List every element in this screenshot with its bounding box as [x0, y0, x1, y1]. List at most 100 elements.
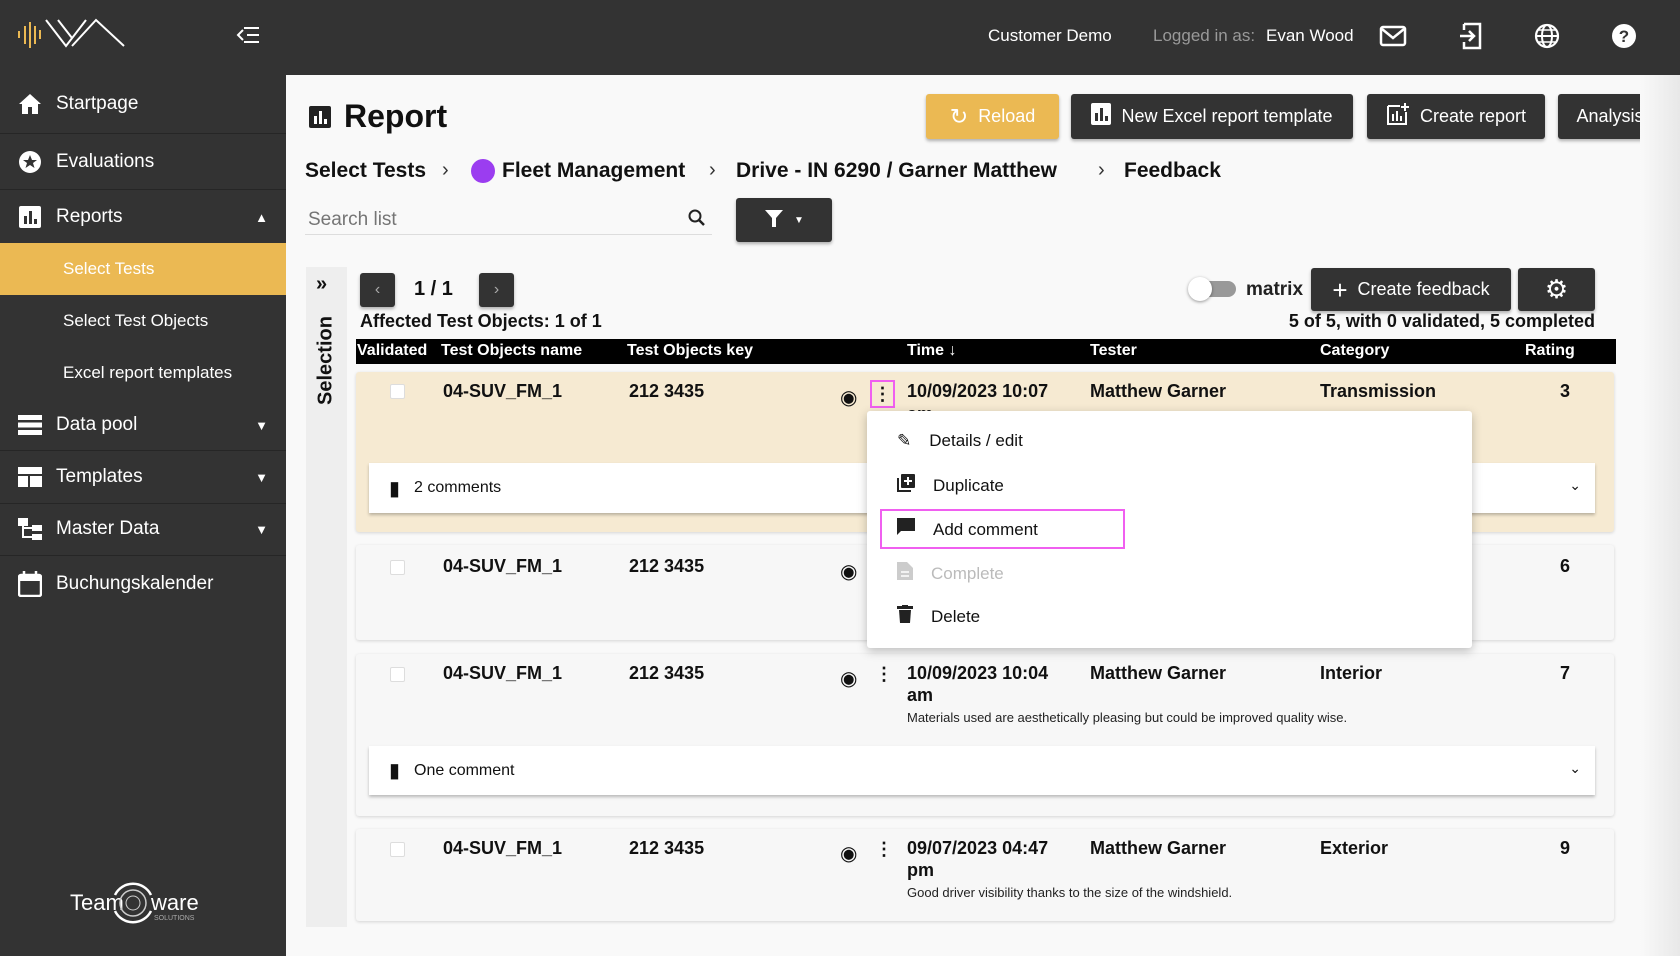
menu-item-add-comment[interactable]: Add comment [897, 518, 1038, 541]
chevron-down-icon: ⌄ [1569, 477, 1581, 493]
calendar-icon [16, 571, 44, 597]
category: Interior [1320, 663, 1383, 683]
page-title: Report [344, 98, 448, 134]
sidebar-subitem-excel-report-templates[interactable]: Excel report templates [0, 347, 286, 399]
column-test-objects-name[interactable]: Test Objects name [441, 342, 582, 360]
feedback-description: Materials used are aesthetically pleasin… [907, 710, 1348, 725]
chevron-up-icon: ▲ [255, 209, 268, 225]
sidebar-subitem-label: Select Test Objects [63, 311, 209, 330]
globe-icon[interactable] [1533, 22, 1561, 55]
more-options-icon[interactable]: ⋮ [870, 380, 895, 408]
hierarchy-icon [16, 518, 44, 540]
chevron-down-icon: ▼ [255, 521, 268, 537]
organization-name: Customer Demo [988, 26, 1112, 45]
sidebar-subitem-label: Excel report templates [63, 363, 233, 382]
next-page-button[interactable]: › [479, 273, 514, 307]
settings-button[interactable]: ⚙ [1518, 268, 1595, 311]
reload-button[interactable]: ↻ Reload [926, 94, 1059, 139]
test-object-name: 04-SUV_FM_1 [443, 663, 563, 683]
column-test-objects-key[interactable]: Test Objects key [627, 342, 753, 360]
expand-icon[interactable]: » [316, 273, 327, 296]
user-name[interactable]: Evan Wood [1266, 26, 1354, 46]
comments-expander[interactable]: ▮ One comment ⌄ [369, 746, 1595, 795]
chevron-down-icon: ▼ [255, 469, 268, 485]
rating: 9 [1560, 838, 1571, 858]
sidebar-item-templates[interactable]: Templates ▼ [0, 452, 286, 502]
column-validated[interactable]: Validated [357, 342, 427, 360]
scrollbar-track[interactable] [1640, 75, 1680, 956]
tester: Matthew Garner [1090, 381, 1227, 401]
breadcrumb-drive[interactable]: Drive - IN 6290 / Garner Matthew [736, 159, 1057, 183]
rating: 7 [1560, 663, 1571, 683]
mail-icon[interactable] [1379, 22, 1407, 55]
validated-checkbox[interactable] [390, 384, 405, 399]
logout-icon[interactable] [1456, 22, 1484, 55]
comment-icon: ▮ [389, 760, 401, 782]
table-row[interactable]: 04-SUV_FM_1 212 3435 ◉ ⋮ 09/07/2023 04:4… [356, 829, 1614, 921]
sidebar-item-label: Templates [56, 466, 143, 487]
breadcrumb-separator: › [709, 159, 716, 181]
filter-icon [764, 208, 784, 233]
create-report-button[interactable]: Create report [1367, 94, 1545, 139]
breadcrumb-separator: › [442, 159, 449, 181]
sidebar-item-label: Data pool [56, 414, 138, 435]
create-feedback-button[interactable]: + Create feedback [1311, 268, 1511, 311]
breadcrumb-select-tests[interactable]: Select Tests [305, 159, 426, 183]
more-options-icon[interactable]: ⋮ [875, 839, 893, 860]
eye-icon[interactable]: ◉ [840, 666, 857, 691]
menu-item-label: Duplicate [933, 475, 1004, 495]
sidebar-subitem-select-test-objects[interactable]: Select Test Objects [0, 295, 286, 347]
menu-item-label: Complete [931, 563, 1004, 583]
sidebar-item-reports[interactable]: Reports ▲ [0, 192, 286, 242]
menu-item-details-edit[interactable]: ✎ Details / edit [897, 431, 1023, 451]
breadcrumb-fleet-management[interactable]: Fleet Management [502, 159, 685, 183]
validated-checkbox[interactable] [390, 842, 405, 857]
sidebar-item-label: Reports [56, 206, 123, 227]
add-chart-icon [1386, 102, 1410, 131]
validated-checkbox[interactable] [390, 560, 405, 575]
search-icon[interactable] [688, 209, 706, 232]
list-icon [16, 415, 44, 435]
eye-icon[interactable]: ◉ [840, 841, 857, 866]
time-suffix: am [907, 685, 934, 705]
help-icon[interactable]: ? [1610, 22, 1638, 55]
menu-item-delete[interactable]: Delete [897, 605, 980, 628]
test-object-key: 212 3435 [629, 838, 705, 858]
sidebar-item-master-data[interactable]: Master Data ▼ [0, 504, 286, 554]
table-row[interactable]: 04-SUV_FM_1 212 3435 ◉ ⋮ 10/09/2023 10:0… [356, 654, 1614, 816]
sidebar-item-startpage[interactable]: Startpage [0, 79, 286, 129]
collapse-menu-icon[interactable] [236, 26, 260, 49]
table-icon [16, 467, 44, 487]
search-input[interactable] [305, 205, 712, 235]
sidebar-item-data-pool[interactable]: Data pool ▼ [0, 400, 286, 450]
more-options-icon[interactable]: ⋮ [875, 664, 893, 685]
test-object-name: 04-SUV_FM_1 [443, 838, 563, 858]
sidebar-item-buchungskalender[interactable]: Buchungskalender [0, 559, 286, 609]
report-icon [309, 106, 331, 133]
validated-checkbox[interactable] [390, 667, 405, 682]
test-object-name: 04-SUV_FM_1 [443, 381, 563, 401]
sidebar-item-evaluations[interactable]: Evaluations [0, 137, 286, 187]
eye-icon[interactable]: ◉ [840, 559, 857, 584]
new-excel-report-template-button[interactable]: New Excel report template [1071, 94, 1353, 139]
eye-icon[interactable]: ◉ [840, 385, 857, 410]
sidebar-item-label: Evaluations [56, 151, 155, 172]
home-icon [16, 93, 44, 115]
menu-item-duplicate[interactable]: Duplicate [897, 474, 1004, 497]
bar-chart-icon [16, 206, 44, 228]
test-object-key: 212 3435 [629, 381, 705, 401]
column-category[interactable]: Category [1320, 342, 1389, 360]
menu-item-label: Add comment [933, 519, 1038, 539]
filter-button[interactable]: ▼ [736, 198, 832, 242]
test-object-name: 04-SUV_FM_1 [443, 556, 563, 576]
previous-page-button[interactable]: ‹ [360, 273, 395, 307]
column-time[interactable]: Time ↓ [907, 342, 957, 360]
column-rating[interactable]: Rating [1525, 342, 1575, 360]
matrix-toggle[interactable] [1188, 277, 1236, 301]
test-object-key: 212 3435 [629, 663, 705, 683]
selection-panel[interactable]: » Selection [306, 267, 347, 927]
bar-chart-icon [1091, 103, 1112, 130]
gear-icon: ⚙ [1544, 274, 1569, 304]
sidebar-subitem-select-tests[interactable]: Select Tests [0, 243, 286, 295]
column-tester[interactable]: Tester [1090, 342, 1137, 360]
